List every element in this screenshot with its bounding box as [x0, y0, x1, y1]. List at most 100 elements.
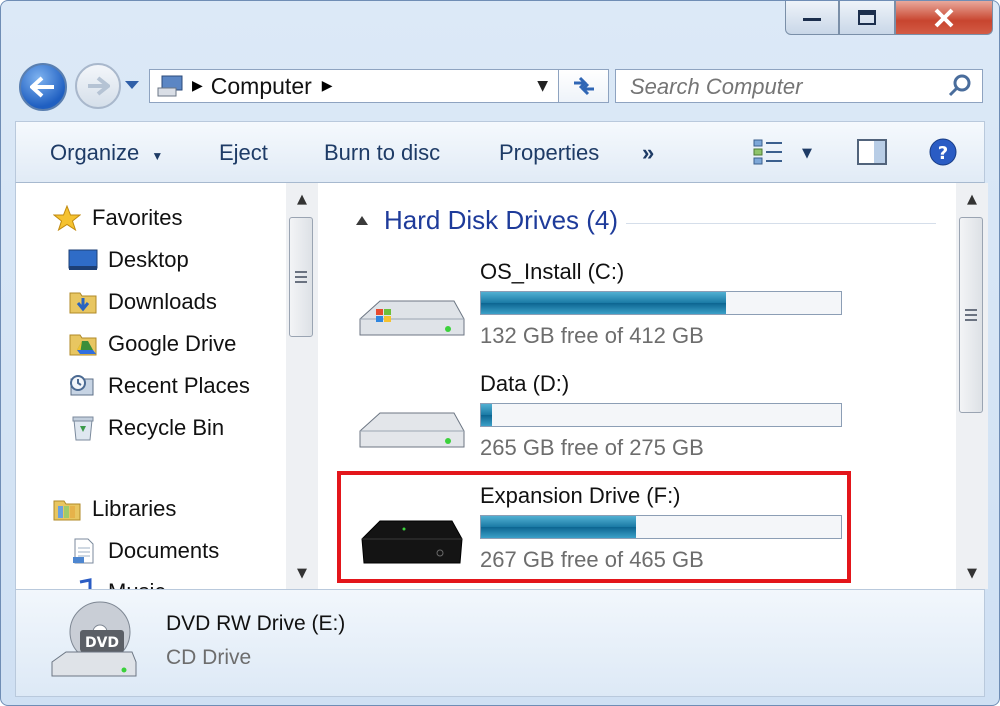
- scroll-up-icon[interactable]: ▲: [286, 183, 318, 215]
- drive-item-c[interactable]: OS_Install (C:) 132 GB free of 412 GB: [356, 255, 876, 367]
- organize-button[interactable]: Organize ▼: [50, 140, 163, 166]
- group-header-label: Hard Disk Drives (4): [384, 205, 619, 235]
- nav-label: Documents: [108, 538, 220, 563]
- documents-icon: [68, 538, 98, 564]
- breadcrumb-computer[interactable]: Computer: [211, 73, 312, 100]
- back-arrow-icon: [30, 76, 54, 98]
- nav-label: Google Drive: [108, 331, 237, 356]
- refresh-icon: [573, 76, 594, 96]
- nav-item-documents[interactable]: Documents: [68, 538, 219, 564]
- details-item-name: DVD RW Drive (E:): [166, 612, 346, 635]
- address-dropdown-icon[interactable]: ▼: [537, 78, 548, 94]
- details-pane: DVD DVD RW Drive (E:) CD Drive: [15, 589, 985, 697]
- nav-item-google-drive[interactable]: Google Drive: [68, 331, 236, 357]
- dvd-drive-icon: DVD: [51, 601, 137, 677]
- recycle-bin-icon: [68, 415, 98, 441]
- libraries-icon: [52, 496, 82, 522]
- favorites-header[interactable]: Favorites: [52, 205, 182, 231]
- group-divider: [626, 223, 936, 224]
- help-icon: ?: [929, 138, 957, 166]
- refresh-button[interactable]: [559, 69, 609, 103]
- scroll-thumb[interactable]: [959, 217, 983, 413]
- navigation-bar: ▶ Computer ▶ ▼: [19, 57, 983, 117]
- back-button[interactable]: [19, 63, 67, 111]
- command-bar: Organize ▼ Eject Burn to disc Properties…: [15, 121, 985, 183]
- recent-places-icon: [68, 373, 98, 399]
- search-input[interactable]: [628, 73, 932, 101]
- nav-item-recycle-bin[interactable]: Recycle Bin: [68, 415, 224, 441]
- computer-icon: [157, 75, 183, 97]
- scroll-up-icon[interactable]: ▲: [956, 183, 988, 215]
- drive-name: OS_Install (C:): [480, 259, 625, 284]
- scroll-down-icon[interactable]: ▼: [956, 557, 988, 589]
- drive-usage-fill: [481, 404, 492, 426]
- grip-icon: [295, 271, 307, 283]
- nav-item-desktop[interactable]: Desktop: [68, 247, 189, 273]
- help-button[interactable]: ?: [928, 137, 958, 171]
- drive-item-d[interactable]: Data (D:) 265 GB free of 275 GB: [356, 367, 876, 479]
- svg-text:?: ?: [938, 143, 948, 164]
- properties-button[interactable]: Properties: [499, 140, 599, 166]
- minimize-button[interactable]: [785, 1, 839, 35]
- collapse-group-icon[interactable]: [356, 216, 368, 225]
- organize-dropdown-icon: ▼: [151, 149, 164, 163]
- highlight-box: [337, 471, 851, 583]
- drive-usage-fill: [481, 292, 726, 314]
- preview-pane-button[interactable]: [856, 138, 888, 170]
- drive-usage-bar: [480, 403, 842, 427]
- navigation-pane: Favorites Desktop Downloads Google Drive…: [16, 183, 298, 589]
- star-icon: [52, 205, 82, 231]
- nav-item-music[interactable]: Music: [68, 578, 165, 589]
- change-view-button[interactable]: [752, 138, 786, 170]
- file-list-scrollbar[interactable]: ▲ ▼: [956, 183, 988, 589]
- close-button[interactable]: [895, 1, 993, 35]
- nav-label: Downloads: [108, 289, 217, 314]
- nav-label: Music: [108, 579, 165, 589]
- title-bar-buttons: [785, 1, 993, 37]
- burn-to-disc-button[interactable]: Burn to disc: [324, 140, 440, 166]
- drive-name: Data (D:): [480, 371, 570, 396]
- navigation-pane-scrollbar[interactable]: ▲ ▼: [286, 183, 318, 589]
- view-dropdown-icon[interactable]: ▼: [802, 146, 812, 161]
- nav-label: Recent Places: [108, 373, 250, 398]
- recent-pages-dropdown[interactable]: [125, 81, 139, 89]
- forward-button[interactable]: [75, 63, 121, 109]
- nav-label: Recycle Bin: [108, 415, 225, 440]
- breadcrumb-chevron-icon[interactable]: ▶: [322, 78, 333, 94]
- breadcrumb-root-arrow-icon[interactable]: ▶: [192, 78, 203, 94]
- details-item-type: CD Drive: [166, 646, 252, 669]
- grip-icon: [965, 309, 977, 321]
- downloads-folder-icon: [68, 289, 98, 315]
- group-header-hard-disk-drives[interactable]: Hard Disk Drives (4): [356, 205, 618, 236]
- drive-free-space: 265 GB free of 275 GB: [480, 435, 704, 460]
- more-commands-button[interactable]: »: [642, 140, 654, 166]
- explorer-window: ▶ Computer ▶ ▼ Organize ▼ Eject Burn to …: [0, 0, 1000, 706]
- organize-label: Organize: [50, 140, 140, 165]
- google-drive-folder-icon: [68, 331, 98, 357]
- address-bar[interactable]: ▶ Computer ▶ ▼: [149, 69, 559, 103]
- nav-label: Desktop: [108, 247, 189, 272]
- scroll-thumb[interactable]: [289, 217, 313, 337]
- nav-item-downloads[interactable]: Downloads: [68, 289, 217, 315]
- close-icon: [934, 8, 954, 27]
- drive-free-space: 132 GB free of 412 GB: [480, 323, 704, 348]
- search-icon[interactable]: [948, 74, 972, 98]
- search-box[interactable]: [615, 69, 983, 103]
- libraries-label: Libraries: [92, 496, 177, 521]
- view-options-icon: [753, 139, 782, 165]
- minimize-icon: [803, 17, 821, 21]
- scroll-down-icon[interactable]: ▼: [286, 557, 318, 589]
- libraries-header[interactable]: Libraries: [52, 496, 176, 522]
- windows-drive-icon: [359, 300, 465, 336]
- preview-pane-icon: [857, 139, 887, 165]
- nav-item-recent-places[interactable]: Recent Places: [68, 373, 250, 399]
- dvd-badge: DVD: [85, 635, 119, 651]
- forward-arrow-icon: [88, 76, 110, 96]
- desktop-icon: [68, 247, 98, 273]
- eject-button[interactable]: Eject: [219, 140, 268, 166]
- favorites-label: Favorites: [92, 205, 183, 230]
- maximize-icon: [858, 9, 876, 25]
- maximize-button[interactable]: [839, 1, 895, 35]
- drive-usage-bar: [480, 291, 842, 315]
- music-icon: [68, 578, 98, 589]
